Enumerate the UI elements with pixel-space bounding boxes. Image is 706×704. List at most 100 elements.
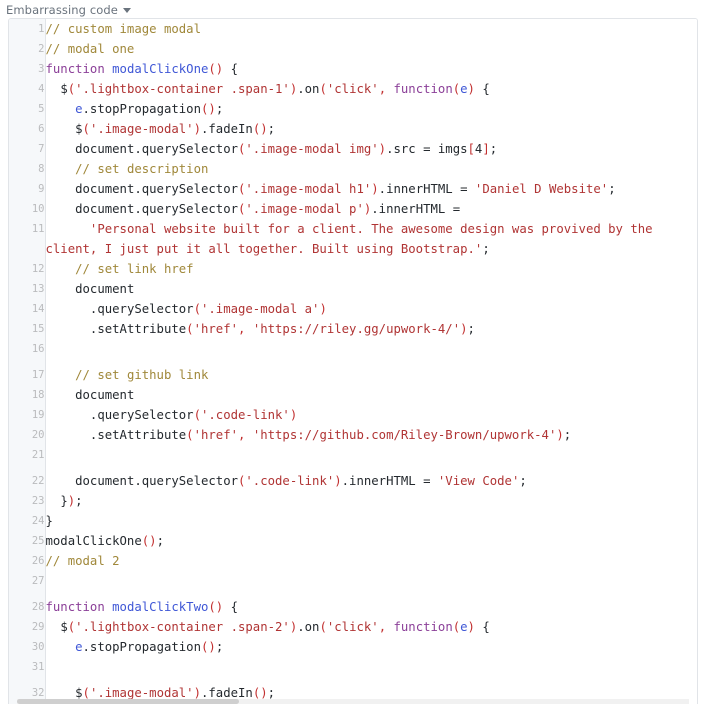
token-pun: ( bbox=[82, 686, 90, 700]
line-number[interactable]: 30 bbox=[9, 637, 46, 657]
line-number[interactable]: 6 bbox=[9, 119, 46, 139]
code-line-content[interactable]: function modalClickTwo() { bbox=[45, 597, 697, 617]
line-number[interactable]: 4 bbox=[9, 79, 46, 99]
code-line-row: 14 .querySelector('.image-modal a') bbox=[9, 299, 697, 319]
code-line-content[interactable]: document bbox=[45, 279, 697, 299]
line-number[interactable]: 9 bbox=[9, 179, 46, 199]
token-com: // set link href bbox=[75, 262, 194, 276]
line-number[interactable]: 26 bbox=[9, 551, 46, 571]
line-number[interactable]: 24 bbox=[9, 511, 46, 531]
token-pln: document bbox=[45, 282, 135, 296]
token-pun: ) bbox=[289, 408, 298, 422]
code-line-content[interactable]: document.querySelector('.image-modal h1'… bbox=[45, 179, 697, 199]
code-line-content[interactable] bbox=[45, 571, 697, 597]
line-number[interactable]: 17 bbox=[9, 365, 46, 385]
code-line-row: 10 document.querySelector('.image-modal … bbox=[9, 199, 697, 219]
token-kw: function bbox=[45, 62, 105, 76]
code-line-row: 27 bbox=[9, 571, 697, 597]
code-line-content[interactable] bbox=[45, 445, 697, 471]
line-number[interactable]: 23 bbox=[9, 491, 46, 511]
line-number[interactable]: 19 bbox=[9, 405, 46, 425]
code-line-content[interactable]: $('.lightbox-container .span-1').on('cli… bbox=[45, 79, 697, 99]
token-pln: } bbox=[45, 514, 53, 528]
code-line-content[interactable]: $('.lightbox-container .span-2').on('cli… bbox=[45, 617, 697, 637]
token-pln: .src = imgs bbox=[386, 142, 468, 156]
code-line-content[interactable] bbox=[45, 339, 697, 365]
code-line-content[interactable]: .setAttribute('href', 'https://github.co… bbox=[45, 425, 697, 445]
token-pln: document.querySelector bbox=[45, 182, 238, 196]
code-line-content[interactable]: e.stopPropagation(); bbox=[45, 637, 697, 657]
token-fn: modalClickTwo bbox=[112, 600, 209, 614]
token-pln: ; bbox=[215, 640, 224, 654]
line-number[interactable]: 27 bbox=[9, 571, 46, 597]
token-pln: ; bbox=[489, 142, 498, 156]
token-pln: .querySelector bbox=[45, 302, 194, 316]
line-number[interactable]: 12 bbox=[9, 259, 46, 279]
line-number[interactable]: 28 bbox=[9, 597, 46, 617]
token-fn: modalClickOne bbox=[112, 62, 209, 76]
code-line-content[interactable]: modalClickOne(); bbox=[45, 531, 697, 551]
line-number[interactable]: 31 bbox=[9, 657, 46, 683]
line-number[interactable]: 14 bbox=[9, 299, 46, 319]
code-line-content[interactable]: } bbox=[45, 511, 697, 531]
line-number[interactable]: 3 bbox=[9, 59, 46, 79]
line-number[interactable]: 22 bbox=[9, 471, 46, 491]
code-line-content[interactable]: 'Personal website built for a client. Th… bbox=[45, 219, 697, 259]
token-pln: document.querySelector bbox=[45, 202, 238, 216]
chevron-down-icon[interactable] bbox=[122, 8, 131, 13]
code-line-content[interactable]: $('.image-modal').fadeIn(); bbox=[45, 119, 697, 139]
line-number[interactable]: 1 bbox=[9, 19, 46, 39]
line-number[interactable]: 8 bbox=[9, 159, 46, 179]
code-line-content[interactable]: function modalClickOne() { bbox=[45, 59, 697, 79]
code-line-row: 24} bbox=[9, 511, 697, 531]
line-number[interactable]: 20 bbox=[9, 425, 46, 445]
gist-title[interactable]: Embarrassing code bbox=[6, 3, 118, 17]
code-line-content[interactable]: }); bbox=[45, 491, 697, 511]
token-pln: ; bbox=[563, 428, 572, 442]
line-number[interactable]: 11 bbox=[9, 219, 46, 259]
line-number[interactable]: 25 bbox=[9, 531, 46, 551]
code-line-content[interactable]: document.querySelector('.code-link').inn… bbox=[45, 471, 697, 491]
code-line-row: 13 document bbox=[9, 279, 697, 299]
code-line-row: 26// modal 2 bbox=[9, 551, 697, 571]
token-pun: ) bbox=[371, 182, 379, 196]
line-number[interactable]: 16 bbox=[9, 339, 46, 365]
token-str: '.image-modal p' bbox=[245, 202, 364, 216]
code-scroll-region[interactable]: 1// custom image modal 2// modal one 3 func… bbox=[9, 19, 697, 704]
code-line-content[interactable]: // set github link bbox=[45, 365, 697, 385]
token-pun: , bbox=[378, 620, 387, 634]
token-com: // set description bbox=[75, 162, 209, 176]
code-line-content[interactable]: .setAttribute('href', 'https://riley.gg/… bbox=[45, 319, 697, 339]
token-pln: ; bbox=[215, 102, 224, 116]
horizontal-scrollbar-thumb[interactable] bbox=[17, 699, 239, 704]
token-pun: ( bbox=[67, 82, 76, 96]
code-line-content[interactable]: document.querySelector('.image-modal p')… bbox=[45, 199, 697, 219]
line-number[interactable]: 13 bbox=[9, 279, 46, 299]
code-line-content[interactable]: document bbox=[45, 385, 697, 405]
code-line-content[interactable]: // modal one bbox=[45, 39, 697, 59]
code-line-content[interactable]: // modal 2 bbox=[45, 551, 697, 571]
code-line-content[interactable]: .querySelector('.code-link') bbox=[45, 405, 697, 425]
code-line-content[interactable]: .querySelector('.image-modal a') bbox=[45, 299, 697, 319]
code-line-content[interactable]: // custom image modal bbox=[45, 19, 697, 39]
token-var: e bbox=[75, 102, 83, 116]
code-line-content[interactable] bbox=[45, 657, 697, 683]
line-number[interactable]: 18 bbox=[9, 385, 46, 405]
code-line-content[interactable]: // set link href bbox=[45, 259, 697, 279]
line-number[interactable]: 29 bbox=[9, 617, 46, 637]
code-line-content[interactable]: document.querySelector('.image-modal img… bbox=[45, 139, 697, 159]
horizontal-scrollbar[interactable] bbox=[17, 699, 689, 704]
line-number[interactable]: 5 bbox=[9, 99, 46, 119]
token-pun: ) bbox=[193, 122, 201, 136]
token-pun: ( bbox=[67, 620, 76, 634]
line-number[interactable]: 15 bbox=[9, 319, 46, 339]
token-pln bbox=[46, 162, 76, 176]
token-pun: ) bbox=[378, 142, 387, 156]
code-line-content[interactable]: e.stopPropagation(); bbox=[45, 99, 697, 119]
line-number[interactable]: 21 bbox=[9, 445, 46, 471]
line-number[interactable]: 2 bbox=[9, 39, 46, 59]
line-number[interactable]: 10 bbox=[9, 199, 46, 219]
line-number[interactable]: 7 bbox=[9, 139, 46, 159]
code-line-content[interactable]: // set description bbox=[45, 159, 697, 179]
code-line-row: 19 .querySelector('.code-link') bbox=[9, 405, 697, 425]
